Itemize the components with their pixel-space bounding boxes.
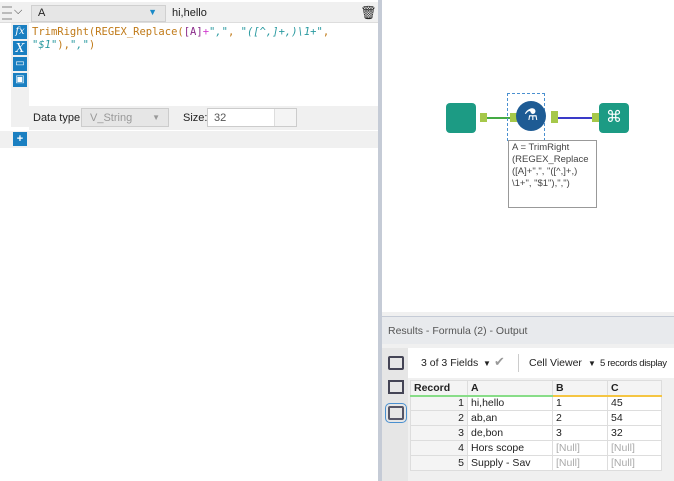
table-cell[interactable]: Supply - Sav bbox=[467, 455, 553, 471]
table-cell[interactable]: [Null] bbox=[607, 440, 662, 456]
data-type-select[interactable]: V_String ▼ bbox=[81, 108, 169, 127]
code-token: , bbox=[227, 26, 241, 38]
output-anchor[interactable] bbox=[551, 111, 558, 123]
expression-editor[interactable]: TrimRight(REGEX_Replace([A]+",", "([^,]+… bbox=[32, 26, 362, 52]
table-cell[interactable]: 1 bbox=[552, 395, 608, 411]
table-cell[interactable]: 2 bbox=[410, 410, 468, 426]
table-row[interactable]: 1 hi,hello 1 45 bbox=[410, 395, 662, 411]
table-cell[interactable]: 2 bbox=[552, 410, 608, 426]
data-type-row: Data type: V_String ▼ Size: 32 bbox=[29, 106, 378, 130]
apply-check-icon[interactable]: ✔ bbox=[494, 354, 505, 370]
collapse-chevron-icon[interactable]: ⌵ bbox=[14, 5, 22, 18]
table-header-row: Record A B C bbox=[410, 380, 662, 397]
column-header[interactable]: Record bbox=[410, 380, 468, 397]
table-cell[interactable]: [Null] bbox=[607, 455, 662, 471]
size-value: 32 bbox=[214, 112, 227, 124]
data-type-label: Data type: bbox=[33, 112, 84, 124]
save-icon[interactable]: ▣ bbox=[13, 73, 27, 87]
code-token: TrimRight(REGEX_Replace( bbox=[32, 26, 184, 38]
column-header[interactable]: C bbox=[607, 380, 662, 397]
code-token: [A] bbox=[183, 26, 203, 38]
table-cell[interactable]: 4 bbox=[410, 440, 468, 456]
table-cell[interactable]: hi,hello bbox=[467, 395, 553, 411]
table-cell[interactable]: 5 bbox=[410, 455, 468, 471]
output-anchor[interactable] bbox=[480, 113, 487, 122]
column-header[interactable]: A bbox=[467, 380, 553, 397]
variable-x-icon[interactable]: X bbox=[13, 41, 27, 55]
code-token: , bbox=[322, 26, 330, 38]
code-token: ), bbox=[57, 39, 70, 51]
table-cell[interactable]: 3 bbox=[410, 425, 468, 441]
table-cell[interactable]: 45 bbox=[607, 395, 662, 411]
table-cell[interactable]: 3 bbox=[552, 425, 608, 441]
code-token: "," bbox=[69, 39, 89, 51]
results-table: Record A B C 1 hi,hello 1 45 2 ab,an 2 54 3 de,bo… bbox=[410, 380, 662, 471]
size-label: Size: bbox=[183, 112, 208, 124]
table-cell[interactable]: 32 bbox=[607, 425, 662, 441]
drag-handle-icon[interactable] bbox=[2, 6, 12, 20]
code-token: "$1" bbox=[32, 39, 58, 51]
dropdown-arrow-icon[interactable]: ▼ bbox=[588, 359, 596, 368]
results-panel: Results - Formula (2) - Output 3 of 3 Fi… bbox=[382, 312, 674, 481]
formula-config-panel: ⌵ A ▼ hi,hello 🗑 fx X ▭ ▣ TrimRight(REGEX… bbox=[0, 0, 378, 481]
data-type-value: V_String bbox=[90, 112, 133, 124]
results-title: Results - Formula (2) - Output bbox=[382, 316, 674, 344]
results-toolbar: 3 of 3 Fields ▼ ✔ Cell Viewer ▼ 5 record… bbox=[408, 348, 674, 378]
connection-line bbox=[558, 117, 594, 119]
function-fx-icon[interactable]: fx bbox=[13, 25, 27, 39]
table-cell[interactable]: 1 bbox=[410, 395, 468, 411]
toolbar-divider bbox=[518, 354, 519, 372]
code-token: ) bbox=[88, 39, 96, 51]
summary-sigma-icon[interactable] bbox=[388, 380, 404, 394]
dropdown-arrow-icon: ▼ bbox=[148, 7, 157, 17]
table-row[interactable]: 5 Supply - Sav [Null] [Null] bbox=[410, 455, 662, 471]
formula-row-header: ⌵ A ▼ hi,hello 🗑 bbox=[0, 2, 378, 23]
cell-viewer-selector[interactable]: Cell Viewer bbox=[529, 357, 582, 369]
size-spinner[interactable] bbox=[274, 109, 296, 126]
column-header[interactable]: B bbox=[552, 380, 608, 397]
table-row[interactable]: 2 ab,an 2 54 bbox=[410, 410, 662, 426]
table-row[interactable]: 4 Hors scope [Null] [Null] bbox=[410, 440, 662, 456]
dropdown-arrow-icon: ▼ bbox=[152, 113, 160, 122]
records-count: 5 records display bbox=[600, 358, 667, 369]
formula-tool-icon[interactable]: ⚗ bbox=[516, 101, 546, 131]
results-sidebar bbox=[382, 348, 408, 481]
open-folder-icon[interactable]: ▭ bbox=[13, 57, 27, 71]
code-token: "," bbox=[209, 26, 228, 38]
output-field-select[interactable]: A ▼ bbox=[31, 5, 166, 22]
table-cell[interactable]: de,bon bbox=[467, 425, 553, 441]
tool-annotation: A = TrimRight (REGEX_Replace ([A]+",", "… bbox=[508, 140, 597, 208]
table-cell[interactable]: Hors scope bbox=[467, 440, 553, 456]
table-row[interactable]: 3 de,bon 3 32 bbox=[410, 425, 662, 441]
input-anchor[interactable] bbox=[592, 113, 599, 122]
browse-binoculars-icon[interactable]: ⌘ bbox=[599, 103, 629, 133]
table-cell[interactable]: 54 bbox=[607, 410, 662, 426]
add-row: + bbox=[0, 131, 378, 148]
code-token: "([^,]+,)\1+" bbox=[240, 26, 323, 38]
size-input[interactable]: 32 bbox=[207, 108, 297, 127]
tag-output-icon[interactable] bbox=[385, 403, 407, 423]
table-cell[interactable]: [Null] bbox=[552, 440, 608, 456]
table-view-icon[interactable] bbox=[388, 356, 404, 370]
fields-selector[interactable]: 3 of 3 Fields bbox=[421, 357, 478, 369]
output-field-value: A bbox=[38, 7, 46, 19]
delete-trash-icon[interactable]: 🗑 bbox=[360, 5, 377, 21]
input-data-tool-icon[interactable] bbox=[446, 103, 476, 133]
dropdown-arrow-icon[interactable]: ▼ bbox=[483, 359, 491, 368]
table-cell[interactable]: [Null] bbox=[552, 455, 608, 471]
preview-value: hi,hello bbox=[172, 7, 207, 19]
table-cell[interactable]: ab,an bbox=[467, 410, 553, 426]
add-formula-button[interactable]: + bbox=[13, 132, 27, 146]
